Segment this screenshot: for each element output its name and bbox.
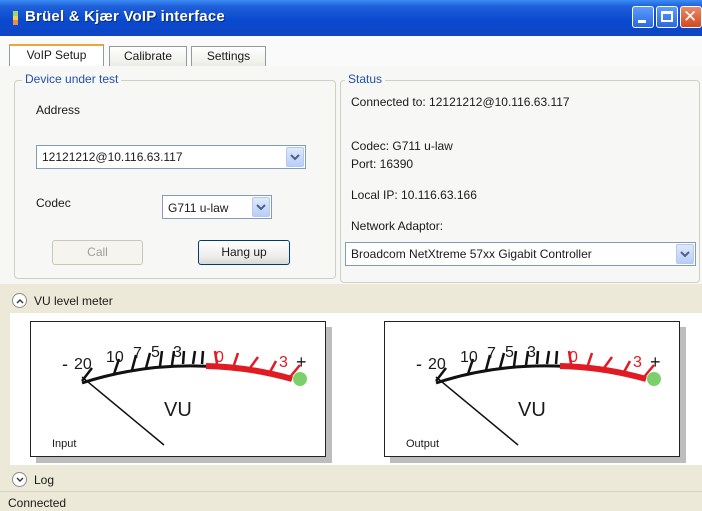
vu-unit-label: VU bbox=[164, 399, 192, 421]
port-text: Port: 16390 bbox=[351, 157, 414, 171]
codec-combo[interactable]: G711 u-law bbox=[162, 195, 272, 219]
tick-label: 10 bbox=[460, 349, 478, 366]
output-meter: - 20 10 7 5 3 0 3 + VU Output bbox=[384, 321, 680, 457]
connected-to-text: Connected to: 12121212@10.116.63.117 bbox=[351, 95, 570, 109]
tab-settings[interactable]: Settings bbox=[191, 46, 266, 66]
vu-level-meter-label: VU level meter bbox=[34, 294, 113, 308]
app-icon bbox=[12, 11, 19, 25]
log-label: Log bbox=[34, 473, 55, 487]
tick-label: 3 bbox=[173, 344, 182, 361]
tick-label: 0 bbox=[215, 349, 224, 366]
plus-sign: + bbox=[650, 352, 661, 372]
tab-bar: VoIP Setup Calibrate Settings bbox=[0, 36, 702, 67]
tick-label: 5 bbox=[151, 344, 160, 361]
tick-label: 5 bbox=[505, 344, 514, 361]
chevron-down-icon[interactable] bbox=[252, 197, 270, 217]
input-meter: - 20 10 7 5 3 0 3 + VU Input bbox=[30, 321, 326, 457]
output-label: Output bbox=[406, 438, 440, 450]
address-value: 12121212@10.116.63.117 bbox=[42, 150, 183, 164]
tab-voip-setup[interactable]: VoIP Setup bbox=[9, 44, 104, 67]
plus-sign: + bbox=[296, 352, 307, 372]
minimize-icon bbox=[638, 20, 646, 23]
led-indicator bbox=[293, 372, 307, 386]
collapse-icon[interactable] bbox=[12, 293, 27, 308]
meter-needle bbox=[81, 376, 165, 446]
tick-label: 20 bbox=[74, 356, 92, 373]
maximize-button[interactable] bbox=[656, 6, 678, 28]
status-bar: Connected bbox=[0, 491, 702, 511]
vu-meters-area: - 20 10 7 5 3 0 3 + VU Input - 20 10 7 5… bbox=[10, 313, 702, 465]
expand-icon[interactable] bbox=[12, 472, 27, 487]
window-title: Brüel & Kjær VoIP interface bbox=[25, 8, 225, 25]
minus-sign: - bbox=[62, 354, 68, 374]
tick-label: 7 bbox=[133, 345, 142, 362]
maximize-icon bbox=[661, 11, 673, 22]
tick-label: 3 bbox=[633, 354, 642, 371]
tab-calibrate[interactable]: Calibrate bbox=[109, 46, 187, 66]
device-under-test-legend: Device under test bbox=[22, 72, 122, 86]
status-legend: Status bbox=[345, 72, 386, 86]
led-indicator bbox=[647, 372, 661, 386]
network-adaptor-label: Network Adaptor: bbox=[351, 219, 444, 233]
tick-label: 3 bbox=[279, 354, 288, 371]
vu-level-meter-header[interactable]: VU level meter bbox=[0, 288, 702, 313]
address-combo[interactable]: 12121212@10.116.63.117 bbox=[36, 145, 306, 169]
voip-setup-panel: Device under test Address 12121212@10.11… bbox=[0, 66, 702, 284]
network-adaptor-value: Broadcom NetXtreme 57xx Gigabit Controll… bbox=[351, 247, 592, 261]
network-adaptor-combo[interactable]: Broadcom NetXtreme 57xx Gigabit Controll… bbox=[345, 242, 696, 266]
meter-scale bbox=[81, 350, 307, 446]
tick-label: 20 bbox=[428, 356, 446, 373]
call-button[interactable]: Call bbox=[52, 240, 143, 265]
minimize-button[interactable] bbox=[632, 6, 654, 28]
hang-up-button[interactable]: Hang up bbox=[198, 240, 290, 265]
chevron-down-icon[interactable] bbox=[676, 244, 694, 264]
title-bar: Brüel & Kjær VoIP interface ✕ bbox=[0, 0, 702, 36]
tick-label: 7 bbox=[487, 345, 496, 362]
meter-needle bbox=[435, 376, 519, 446]
chevron-down-icon[interactable] bbox=[286, 147, 304, 167]
tick-label: 0 bbox=[569, 349, 578, 366]
tick-label: 3 bbox=[527, 344, 536, 361]
tick-label: 10 bbox=[106, 349, 124, 366]
vu-unit-label: VU bbox=[518, 399, 546, 421]
log-header[interactable]: Log bbox=[0, 468, 702, 491]
address-label: Address bbox=[36, 103, 81, 117]
close-icon: ✕ bbox=[683, 7, 698, 27]
local-ip-text: Local IP: 10.116.63.166 bbox=[351, 188, 477, 202]
status-text: Connected bbox=[8, 496, 67, 510]
codec-status-text: Codec: G711 u-law bbox=[351, 139, 453, 153]
minus-sign: - bbox=[416, 354, 422, 374]
codec-value: G711 u-law bbox=[168, 201, 229, 215]
input-label: Input bbox=[52, 438, 77, 450]
meter-scale bbox=[435, 350, 661, 446]
close-button[interactable]: ✕ bbox=[680, 6, 702, 28]
codec-label: Codec bbox=[36, 196, 71, 210]
